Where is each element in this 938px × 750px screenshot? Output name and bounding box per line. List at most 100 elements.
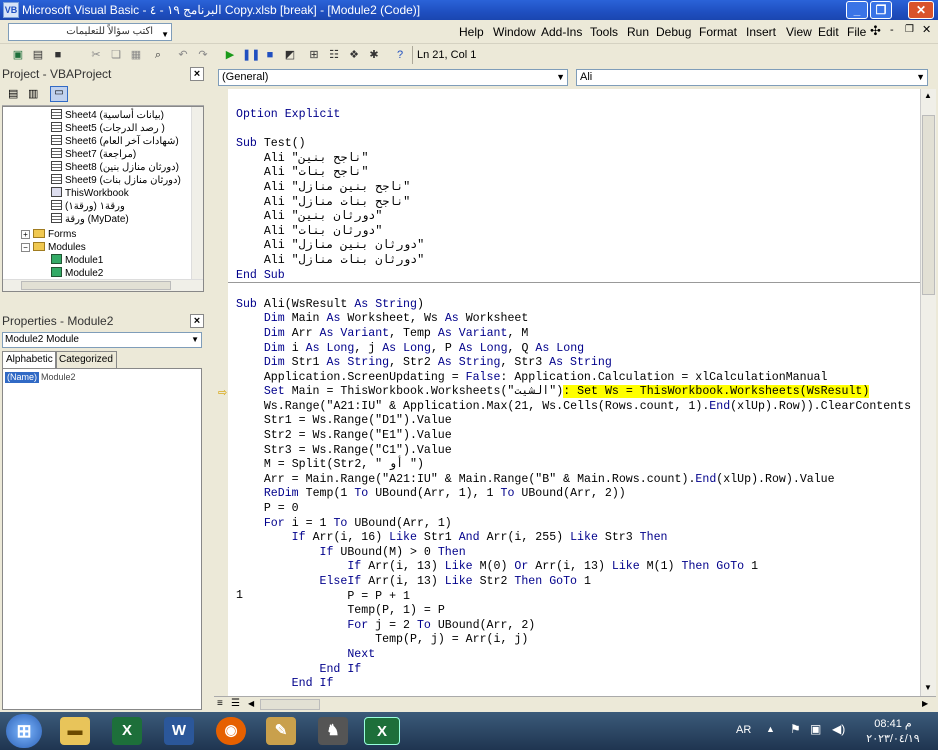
code-line[interactable]: For j = 2 To UBound(Arr, 2) bbox=[236, 619, 911, 634]
insert-module-icon[interactable]: ▤ bbox=[30, 47, 46, 63]
minimize-button[interactable]: _ bbox=[846, 1, 868, 19]
menu-file[interactable]: File bbox=[847, 24, 866, 40]
code-line[interactable]: End If bbox=[236, 663, 911, 678]
tree-vscroll[interactable] bbox=[191, 107, 203, 279]
word-icon[interactable]: W bbox=[164, 717, 194, 745]
code-hscroll[interactable]: ≡ ☰ ◀ ▶ bbox=[214, 696, 936, 712]
object-select[interactable]: (General) ▼ bbox=[218, 69, 568, 86]
action-center-icon[interactable]: ⚑ bbox=[790, 722, 801, 736]
menu-debug[interactable]: Debug bbox=[656, 24, 691, 40]
code-line[interactable]: Ali "دورثان بنات منازل" bbox=[236, 254, 911, 269]
code-line[interactable]: Set Main = ThisWorkbook.Worksheets("الشي… bbox=[236, 385, 911, 400]
code-line[interactable]: P = P + 1 bbox=[236, 590, 911, 605]
paste-icon[interactable]: ▦ bbox=[128, 47, 144, 63]
code-line[interactable]: Next bbox=[236, 648, 911, 663]
code-line[interactable]: Option Explicit bbox=[236, 108, 911, 123]
property-name-value[interactable]: Module2 bbox=[41, 372, 76, 383]
toolbox-icon[interactable]: ✱ bbox=[366, 47, 382, 63]
code-line[interactable]: Sub Ali(WsResult As String) bbox=[236, 298, 911, 313]
menu-tools[interactable]: Tools bbox=[590, 24, 618, 40]
cut-icon[interactable]: ✂ bbox=[88, 47, 104, 63]
code-line[interactable]: Sub Test() bbox=[236, 137, 911, 152]
tree-item[interactable]: Module1 bbox=[51, 254, 103, 267]
menu-run[interactable]: Run bbox=[627, 24, 649, 40]
restore-button[interactable]: ❐ bbox=[870, 1, 892, 19]
code-line[interactable]: P = 0 bbox=[236, 502, 911, 517]
chess-icon[interactable]: ♞ bbox=[318, 717, 348, 745]
code-line[interactable] bbox=[236, 123, 911, 138]
code-line[interactable]: Dim Main As Worksheet, Ws As Worksheet bbox=[236, 312, 911, 327]
code-line[interactable]: For i = 1 To UBound(Arr, 1) bbox=[236, 517, 911, 532]
code-line[interactable]: If Arr(i, 13) Like M(0) Or Arr(i, 13) Li… bbox=[236, 560, 911, 575]
tab-alphabetic[interactable]: Alphabetic bbox=[2, 351, 57, 368]
tree-item[interactable]: Sheet7 (مراجعة) bbox=[51, 148, 136, 161]
doc-close-icon[interactable]: ✕ bbox=[922, 23, 931, 36]
doc-restore-icon[interactable]: ❐ bbox=[905, 24, 914, 35]
view-excel-icon[interactable]: ▣ bbox=[10, 47, 26, 63]
code-line[interactable]: Str3 = Ws.Range("C1").Value bbox=[236, 444, 911, 459]
scroll-right-icon[interactable]: ▶ bbox=[922, 699, 928, 708]
tree-item[interactable]: ورقة (MyDate) bbox=[51, 213, 129, 226]
code-line[interactable]: Ali "دورثان بنين منازل" bbox=[236, 239, 911, 254]
code-line[interactable]: Temp(P, 1) = P bbox=[236, 604, 911, 619]
code-line[interactable]: Ali "دورثان بنين" bbox=[236, 210, 911, 225]
break-icon[interactable]: ❚❚ bbox=[242, 47, 260, 63]
code-line[interactable]: Ali "ناجح بنات" bbox=[236, 166, 911, 181]
code-line[interactable]: Arr = Main.Range("A21:IU" & Main.Range("… bbox=[236, 473, 911, 488]
menu-window[interactable]: Window bbox=[493, 24, 536, 40]
toggle-folders-icon[interactable]: ▭ bbox=[50, 86, 68, 102]
tab-categorized[interactable]: Categorized bbox=[55, 351, 117, 368]
code-line[interactable]: Dim Str1 As String, Str2 As String, Str3… bbox=[236, 356, 911, 371]
ask-question-box[interactable]: اكتب سؤالاً للتعليمات ▼ bbox=[8, 23, 172, 41]
menu-format[interactable]: Format bbox=[699, 24, 737, 40]
close-icon[interactable]: × bbox=[190, 314, 204, 328]
code-line[interactable]: If UBound(M) > 0 Then bbox=[236, 546, 911, 561]
doc-minimize-icon[interactable]: - bbox=[890, 24, 894, 36]
clock-date[interactable]: ٢٠٢٣/٠٤/١٩ bbox=[858, 732, 928, 745]
show-hidden-icons-icon[interactable]: ▲ bbox=[766, 724, 775, 734]
tree-item[interactable]: ورقة١ (ورقة١) bbox=[51, 200, 125, 213]
code-line[interactable]: Ali "ناجح بنين منازل" bbox=[236, 181, 911, 196]
expand-icon[interactable]: + bbox=[21, 230, 30, 239]
chevron-down-icon[interactable]: ▼ bbox=[556, 70, 565, 85]
project-explorer-icon[interactable]: ⊞ bbox=[306, 47, 322, 63]
tree-folder[interactable]: + Forms bbox=[21, 228, 76, 241]
code-line[interactable]: Ali "ناجح بنين" bbox=[236, 152, 911, 167]
scroll-left-icon[interactable]: ◀ bbox=[248, 699, 254, 708]
code-vscroll[interactable]: ▲ ▼ bbox=[920, 89, 936, 696]
object-browser-icon[interactable]: ❖ bbox=[346, 47, 362, 63]
code-hscroll-thumb[interactable] bbox=[260, 699, 320, 710]
chevron-down-icon[interactable]: ▼ bbox=[161, 27, 169, 43]
volume-icon[interactable]: ◀) bbox=[832, 722, 845, 736]
menu-add-ins[interactable]: Add-Ins bbox=[541, 24, 582, 40]
help-icon[interactable]: ? bbox=[392, 47, 408, 63]
close-icon[interactable]: × bbox=[190, 67, 204, 81]
language-indicator[interactable]: AR bbox=[736, 724, 751, 736]
save-icon[interactable]: ■ bbox=[50, 47, 66, 63]
tree-item[interactable]: Sheet5 (رصد الدرجات ) bbox=[51, 122, 165, 135]
code-line[interactable]: Str2 = Ws.Range("E1").Value bbox=[236, 429, 911, 444]
code-editor[interactable]: 1 Option Explicit Sub Test() Ali "ناجح بن… bbox=[214, 89, 920, 696]
code-line[interactable]: ReDim Temp(1 To UBound(Arr, 1), 1 To UBo… bbox=[236, 487, 911, 502]
tree-folder[interactable]: − Modules bbox=[21, 241, 86, 254]
close-button[interactable]: ✕ bbox=[908, 1, 934, 19]
clock-time[interactable]: 08:41 م bbox=[862, 717, 924, 730]
procedure-view-icon[interactable]: ≡ bbox=[217, 698, 223, 709]
firefox-icon[interactable]: ◉ bbox=[216, 717, 246, 745]
paint-icon[interactable]: ✎ bbox=[266, 717, 296, 745]
excel-vba-active-icon[interactable]: X bbox=[364, 717, 400, 745]
property-name-key[interactable]: (Name) bbox=[5, 372, 40, 383]
network-icon[interactable]: ▣ bbox=[810, 722, 821, 736]
code-line[interactable]: End Sub bbox=[236, 269, 911, 284]
run-icon[interactable]: ▶ bbox=[222, 47, 238, 63]
code-line[interactable]: If Arr(i, 16) Like Str1 And Arr(i, 255) … bbox=[236, 531, 911, 546]
code-line[interactable]: ElseIf Arr(i, 13) Like Str2 Then GoTo 1 bbox=[236, 575, 911, 590]
collapse-icon[interactable]: − bbox=[21, 243, 30, 252]
tree-hscroll[interactable] bbox=[3, 279, 203, 291]
code-line[interactable]: Str1 = Ws.Range("D1").Value bbox=[236, 414, 911, 429]
full-module-view-icon[interactable]: ☰ bbox=[231, 698, 240, 709]
properties-window-icon[interactable]: ☷ bbox=[326, 47, 342, 63]
tree-item[interactable]: Sheet6 (شهادات آخر العام) bbox=[51, 135, 179, 148]
menu-edit[interactable]: Edit bbox=[818, 24, 839, 40]
code-line[interactable]: End If bbox=[236, 677, 911, 692]
